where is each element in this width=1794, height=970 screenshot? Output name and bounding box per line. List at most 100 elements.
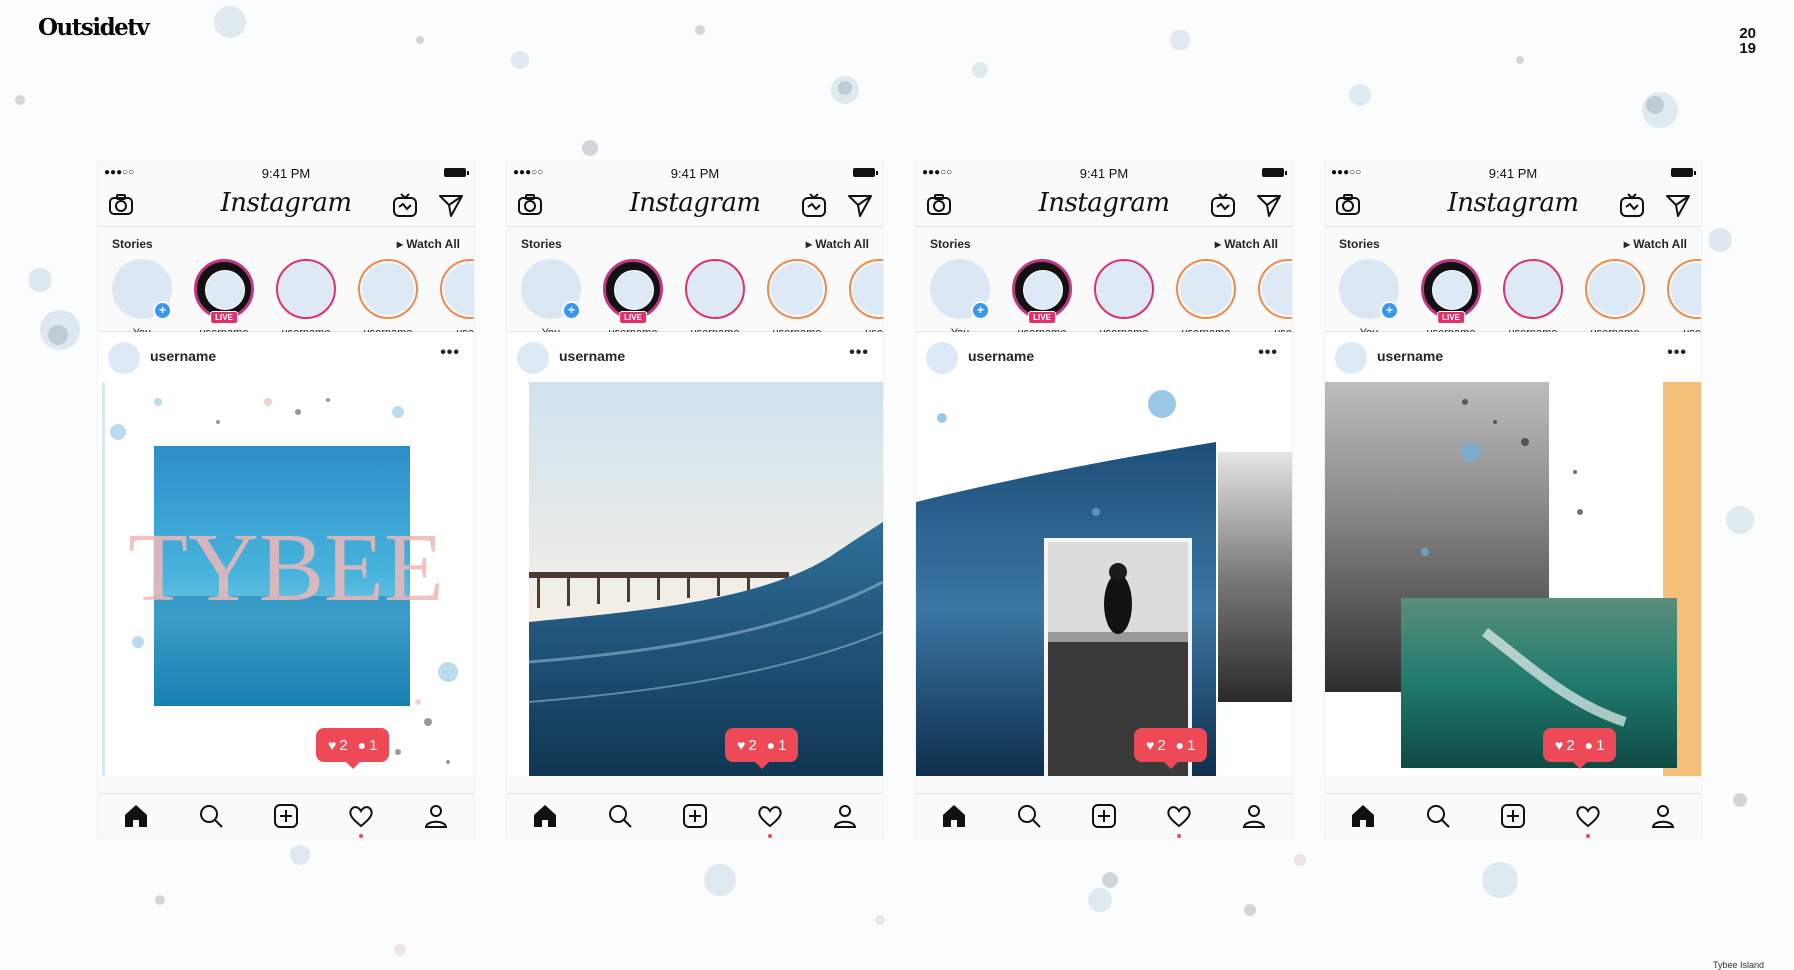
notification-dot: [1177, 834, 1181, 838]
story-item[interactable]: username: [1092, 259, 1156, 339]
post-username[interactable]: username: [1377, 348, 1443, 364]
live-badge: LIVE: [1028, 311, 1056, 324]
search-icon[interactable]: [1015, 802, 1043, 830]
app-header: Instagram: [98, 184, 474, 227]
notification-dot: [359, 834, 363, 838]
watch-all-link[interactable]: ▸ Watch All: [806, 237, 869, 251]
more-options-icon[interactable]: •••: [1667, 344, 1687, 362]
story-item[interactable]: username: [1583, 259, 1647, 339]
post-image[interactable]: ♥ 2 ● 1: [1325, 382, 1701, 776]
stories-title: Stories: [112, 237, 153, 251]
search-icon[interactable]: [1424, 802, 1452, 830]
home-icon[interactable]: [122, 802, 150, 830]
status-bar: ●●●○○ 9:41 PM: [916, 162, 1292, 184]
story-you[interactable]: +You: [110, 259, 174, 339]
story-avatar: [276, 259, 336, 319]
story-you[interactable]: +You: [519, 259, 583, 339]
story-live[interactable]: LIVEusername: [1419, 259, 1483, 339]
stories-title: Stories: [930, 237, 971, 251]
home-icon[interactable]: [940, 802, 968, 830]
story-you[interactable]: +You: [928, 259, 992, 339]
igtv-icon[interactable]: [392, 192, 418, 218]
post-username[interactable]: username: [968, 348, 1034, 364]
add-story-icon[interactable]: +: [153, 301, 172, 320]
post-username[interactable]: username: [150, 348, 216, 364]
instagram-mockups: ●●●○○ 9:41 PM Instagram Stories ▸ Watch …: [98, 162, 1701, 838]
avatar[interactable]: [517, 342, 549, 374]
activity-heart-icon[interactable]: [347, 802, 375, 838]
watch-all-link[interactable]: ▸ Watch All: [1215, 237, 1278, 251]
post-image[interactable]: ♥ 2 ● 1: [916, 382, 1292, 776]
profile-icon[interactable]: [422, 802, 450, 830]
profile-icon[interactable]: [1649, 802, 1677, 830]
avatar[interactable]: [108, 342, 140, 374]
year-label: 20 19: [1739, 26, 1756, 56]
home-icon[interactable]: [1349, 802, 1377, 830]
post-header: username •••: [916, 332, 1292, 382]
post-image[interactable]: ♥ 2 ● 1: [507, 382, 883, 776]
post-header: username •••: [507, 332, 883, 382]
bottom-tab-bar: [507, 793, 883, 838]
activity-heart-icon[interactable]: [1165, 802, 1193, 838]
comments-count: 1: [369, 737, 378, 754]
profile-icon[interactable]: [1240, 802, 1268, 830]
story-item[interactable]: username: [274, 259, 338, 339]
comment-icon: ●: [766, 737, 776, 753]
add-post-icon[interactable]: [681, 802, 709, 830]
post-username[interactable]: username: [559, 348, 625, 364]
search-icon[interactable]: [197, 802, 225, 830]
add-post-icon[interactable]: [1090, 802, 1118, 830]
stories-title: Stories: [1339, 237, 1380, 251]
direct-send-icon[interactable]: [1665, 192, 1691, 218]
post-image[interactable]: TYBEE ♥ 2 ● 1: [98, 382, 474, 776]
activity-heart-icon[interactable]: [756, 802, 784, 838]
home-icon[interactable]: [531, 802, 559, 830]
avatar[interactable]: [1335, 342, 1367, 374]
direct-send-icon[interactable]: [438, 192, 464, 218]
add-post-icon[interactable]: [1499, 802, 1527, 830]
profile-icon[interactable]: [831, 802, 859, 830]
activity-heart-icon[interactable]: [1574, 802, 1602, 838]
add-story-icon[interactable]: +: [1380, 301, 1399, 320]
likes-count: 2: [748, 737, 757, 754]
story-avatar: [194, 259, 254, 319]
igtv-icon[interactable]: [1210, 192, 1236, 218]
watch-all-link[interactable]: ▸ Watch All: [1624, 237, 1687, 251]
story-item[interactable]: username: [1174, 259, 1238, 339]
search-icon[interactable]: [606, 802, 634, 830]
add-story-icon[interactable]: +: [562, 301, 581, 320]
comments-count: 1: [1187, 737, 1196, 754]
more-options-icon[interactable]: •••: [849, 344, 869, 362]
story-avatar: [767, 259, 827, 319]
story-avatar: [603, 259, 663, 319]
story-item[interactable]: username: [765, 259, 829, 339]
igtv-icon[interactable]: [1619, 192, 1645, 218]
activity-bubble: ♥ 2 ● 1: [1134, 728, 1208, 769]
story-item[interactable]: usern: [1256, 259, 1292, 339]
year-bottom: 19: [1739, 40, 1756, 57]
story-you[interactable]: +You: [1337, 259, 1401, 339]
story-live[interactable]: LIVEusername: [601, 259, 665, 339]
story-avatar: [1503, 259, 1563, 319]
story-live[interactable]: LIVEusername: [1010, 259, 1074, 339]
story-item[interactable]: usern: [438, 259, 474, 339]
watch-all-link[interactable]: ▸ Watch All: [397, 237, 460, 251]
direct-send-icon[interactable]: [1256, 192, 1282, 218]
story-item[interactable]: username: [1501, 259, 1565, 339]
direct-send-icon[interactable]: [847, 192, 873, 218]
igtv-icon[interactable]: [801, 192, 827, 218]
avatar[interactable]: [926, 342, 958, 374]
stories-tray: Stories ▸ Watch All +You LIVEusername us…: [507, 227, 883, 339]
status-bar: ●●●○○ 9:41 PM: [1325, 162, 1701, 184]
more-options-icon[interactable]: •••: [1258, 344, 1278, 362]
story-item[interactable]: username: [356, 259, 420, 339]
story-avatar: [1258, 259, 1292, 319]
story-item[interactable]: username: [683, 259, 747, 339]
post-title-overlay: TYBEE: [128, 514, 444, 622]
story-item[interactable]: usern: [847, 259, 883, 339]
story-live[interactable]: LIVEusername: [192, 259, 256, 339]
story-item[interactable]: usern: [1665, 259, 1701, 339]
add-post-icon[interactable]: [272, 802, 300, 830]
more-options-icon[interactable]: •••: [440, 344, 460, 362]
add-story-icon[interactable]: +: [971, 301, 990, 320]
